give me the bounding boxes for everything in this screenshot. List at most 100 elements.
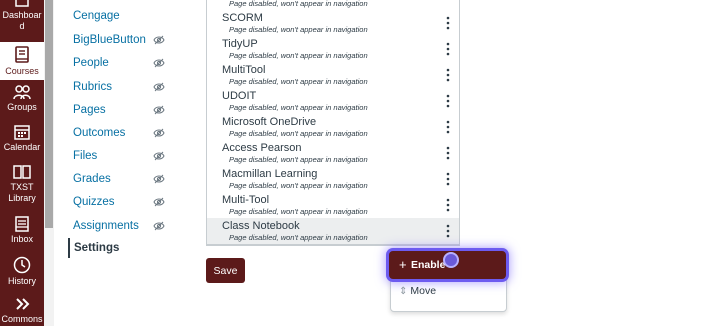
list-item-title: Macmillan Learning bbox=[222, 168, 318, 180]
list-item-title: Multi-Tool bbox=[222, 194, 270, 206]
eye-slash-icon bbox=[153, 221, 165, 231]
list-item-status: Page disabled, won't appear in navigatio… bbox=[229, 181, 368, 190]
move-label: Move bbox=[410, 285, 437, 297]
people-icon bbox=[13, 85, 31, 100]
list-item[interactable]: TidyUP Page disabled, won't appear in na… bbox=[207, 36, 459, 63]
list-item-title: SCORM bbox=[222, 12, 263, 24]
enable-label: Enable bbox=[411, 259, 446, 271]
hidden-items-list: Page disabled, won't appear in navigatio… bbox=[206, 0, 460, 246]
list-item-status: Page disabled, won't appear in navigatio… bbox=[229, 0, 368, 8]
eye-slash-icon bbox=[153, 128, 165, 138]
list-item-title: Access Pearson bbox=[222, 142, 302, 154]
eye-slash-icon bbox=[153, 151, 165, 161]
more-options-icon[interactable] bbox=[443, 224, 453, 238]
course-nav-label: Rubrics bbox=[73, 81, 112, 93]
more-options-icon[interactable] bbox=[443, 198, 453, 212]
list-item-status: Page disabled, won't appear in navigatio… bbox=[229, 207, 368, 216]
nav-inbox[interactable]: Inbox bbox=[0, 216, 44, 252]
list-item[interactable]: Microsoft OneDrive Page disabled, won't … bbox=[207, 114, 459, 141]
inbox-icon bbox=[15, 216, 29, 232]
nav-inbox-label: Inbox bbox=[10, 234, 34, 244]
list-item[interactable]: MultiTool Page disabled, won't appear in… bbox=[207, 62, 459, 89]
list-item-status: Page disabled, won't appear in navigatio… bbox=[229, 25, 368, 34]
nav-calendar[interactable]: Calendar bbox=[0, 124, 44, 160]
course-nav-bigbluebutton[interactable]: BigBlueButton bbox=[68, 30, 178, 50]
library-icon bbox=[13, 165, 31, 179]
course-nav-label: Quizzes bbox=[73, 196, 115, 208]
more-options-icon[interactable] bbox=[443, 68, 453, 82]
course-nav-label: Grades bbox=[73, 173, 111, 185]
course-nav-people[interactable]: People bbox=[68, 53, 178, 73]
list-item-status: Page disabled, won't appear in navigatio… bbox=[229, 129, 368, 138]
nav-history-label: History bbox=[7, 276, 36, 286]
more-options-icon[interactable] bbox=[443, 42, 453, 56]
course-nav-assignments[interactable]: Assignments bbox=[68, 216, 178, 236]
list-item[interactable]: Class Notebook Page disabled, won't appe… bbox=[207, 218, 459, 245]
eye-slash-icon bbox=[153, 58, 165, 68]
course-nav-label: Pages bbox=[73, 104, 106, 116]
nav-scrollbar[interactable] bbox=[44, 0, 54, 326]
calendar-icon bbox=[14, 125, 30, 140]
nav-groups[interactable]: Groups bbox=[0, 84, 44, 120]
list-item-status: Page disabled, won't appear in navigatio… bbox=[229, 77, 368, 86]
list-item-title: Microsoft OneDrive bbox=[222, 116, 317, 128]
nav-commons[interactable]: Commons bbox=[0, 296, 44, 326]
course-nav-label: Assignments bbox=[73, 220, 139, 232]
course-nav-files[interactable]: Files bbox=[68, 146, 178, 166]
commons-icon bbox=[16, 298, 30, 310]
more-options-icon[interactable] bbox=[443, 94, 453, 108]
eye-slash-icon bbox=[153, 82, 165, 92]
eye-slash-icon bbox=[153, 35, 165, 45]
list-item-title: UDOIT bbox=[222, 90, 257, 102]
course-nav-label: Outcomes bbox=[73, 127, 126, 139]
nav-library-label: TXST Library bbox=[8, 182, 36, 203]
save-button[interactable]: Save bbox=[206, 258, 245, 283]
more-options-icon[interactable] bbox=[443, 120, 453, 134]
list-item-status: Page disabled, won't appear in navigatio… bbox=[229, 155, 368, 164]
nav-history[interactable]: History bbox=[0, 256, 44, 292]
course-nav-settings[interactable]: Settings bbox=[68, 238, 180, 258]
course-nav-label: BigBlueButton bbox=[73, 34, 146, 46]
list-item[interactable]: SCORM Page disabled, won't appear in nav… bbox=[207, 10, 459, 37]
list-item[interactable]: Macmillan Learning Page disabled, won't … bbox=[207, 166, 459, 193]
global-navigation: Dashboar d Courses Groups Calendar TXST … bbox=[0, 0, 44, 326]
book-icon bbox=[15, 46, 29, 63]
dashboard-icon bbox=[15, 0, 29, 7]
eye-slash-icon bbox=[153, 105, 165, 115]
list-item-status: Page disabled, won't appear in navigatio… bbox=[229, 233, 368, 242]
nav-courses[interactable]: Courses bbox=[0, 42, 44, 80]
nav-library[interactable]: TXST Library bbox=[0, 164, 44, 212]
cursor-indicator bbox=[443, 252, 459, 268]
eye-slash-icon bbox=[153, 174, 165, 184]
nav-scrollbar-thumb[interactable] bbox=[45, 0, 53, 228]
course-nav-label: Cengage bbox=[73, 10, 120, 22]
course-nav-quizzes[interactable]: Quizzes bbox=[68, 192, 178, 212]
course-nav-pages[interactable]: Pages bbox=[68, 100, 178, 120]
course-nav-label: Settings bbox=[74, 242, 120, 254]
list-item[interactable]: Access Pearson Page disabled, won't appe… bbox=[207, 140, 459, 167]
nav-calendar-label: Calendar bbox=[3, 142, 41, 152]
course-nav-outcomes[interactable]: Outcomes bbox=[68, 123, 178, 143]
list-item[interactable]: Multi-Tool Page disabled, won't appear i… bbox=[207, 192, 459, 219]
course-nav-label: Files bbox=[73, 150, 98, 162]
nav-dashboard[interactable]: Dashboar d bbox=[0, 0, 44, 40]
list-item-title: MultiTool bbox=[222, 64, 266, 76]
nav-dashboard-label: Dashboar d bbox=[2, 10, 42, 31]
course-nav-label: People bbox=[73, 57, 109, 69]
more-options-icon[interactable] bbox=[443, 146, 453, 160]
list-item-title: TidyUP bbox=[222, 38, 258, 50]
more-options-icon[interactable] bbox=[443, 16, 453, 30]
list-item-status: Page disabled, won't appear in navigatio… bbox=[229, 103, 368, 112]
course-nav-grades[interactable]: Grades bbox=[68, 169, 178, 189]
more-options-icon[interactable] bbox=[443, 172, 453, 186]
course-nav-rubrics[interactable]: Rubrics bbox=[68, 77, 178, 97]
list-item[interactable]: UDOIT Page disabled, won't appear in nav… bbox=[207, 88, 459, 115]
nav-commons-label: Commons bbox=[1, 314, 43, 324]
course-nav-cengage[interactable]: Cengage bbox=[68, 6, 178, 26]
plus-icon: + bbox=[399, 257, 407, 272]
nav-groups-label: Groups bbox=[7, 102, 37, 112]
list-item-status: Page disabled, won't appear in navigatio… bbox=[229, 51, 368, 60]
clock-icon bbox=[13, 256, 31, 274]
list-item-title: Class Notebook bbox=[222, 220, 300, 232]
move-menu-item[interactable]: ⇕ Move bbox=[399, 283, 436, 300]
